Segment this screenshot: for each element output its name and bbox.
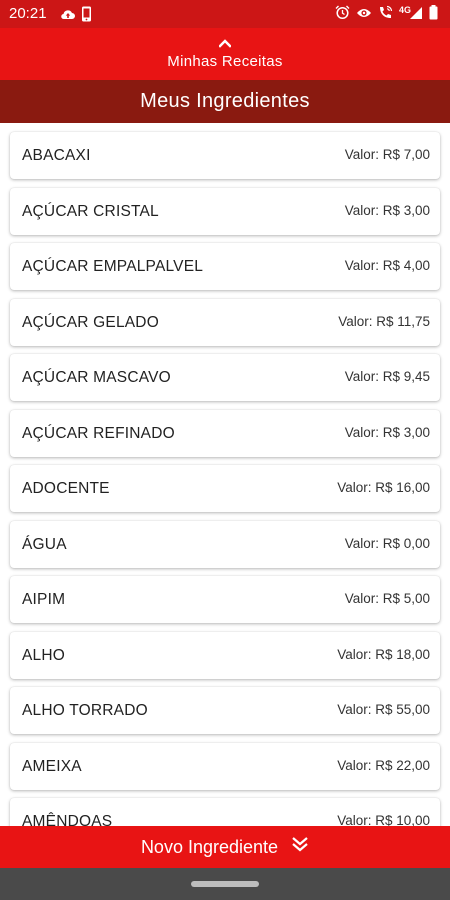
ingredient-name: AMEIXA	[22, 757, 82, 775]
ingredient-item[interactable]: ABACAXI Valor: R$ 7,00	[10, 132, 440, 179]
ingredient-name: ADOCENTE	[22, 480, 110, 497]
ingredient-name: AÇÚCAR CRISTAL	[22, 202, 159, 220]
ingredient-name: ALHO TORRADO	[22, 702, 148, 719]
alarm-icon	[335, 5, 350, 24]
ingredient-price: Valor: R$ 3,00	[344, 202, 430, 218]
ingredient-item[interactable]: AMEIXA Valor: R$ 22,00	[10, 742, 440, 790]
cloud-upload-icon	[60, 7, 76, 25]
ingredient-name: AIPIM	[22, 591, 66, 608]
ingredient-item[interactable]: AIPIM Valor: R$ 5,00	[10, 576, 440, 623]
new-ingredient-button[interactable]: Novo Ingrediente	[0, 826, 450, 868]
ingredient-name: AÇÚCAR REFINADO	[22, 424, 175, 442]
app-screen: 20:21 4G Minhas Receitas Meus Ingredient…	[0, 0, 450, 900]
ingredient-price: Valor: R$ 4,00	[344, 258, 430, 273]
ingredient-item[interactable]: ALHO TORRADO Valor: R$ 55,00	[10, 687, 440, 734]
ingredient-list[interactable]: ABACAXI Valor: R$ 7,00 AÇÚCAR CRISTAL Va…	[0, 123, 450, 826]
ingredient-price: Valor: R$ 16,00	[337, 480, 430, 495]
ingredient-price: Valor: R$ 22,00	[337, 757, 430, 773]
ingredient-item[interactable]: AÇÚCAR MASCAVO Valor: R$ 9,45	[10, 354, 440, 401]
new-ingredient-label: Novo Ingrediente	[140, 837, 279, 857]
double-chevron-down-icon	[291, 825, 309, 867]
my-recipes-button[interactable]: Minhas Receitas	[0, 28, 450, 80]
status-time: 20:21	[9, 5, 47, 22]
ingredient-name: ÁGUA	[22, 535, 67, 553]
ingredient-item[interactable]: ALHO Valor: R$ 18,00	[10, 631, 440, 679]
ingredient-item[interactable]: AÇÚCAR EMPALPALVEL Valor: R$ 4,00	[10, 243, 440, 290]
notification-phone-icon	[81, 6, 92, 26]
ingredient-name: ALHO	[22, 646, 66, 664]
signal-icon	[409, 6, 423, 24]
status-right-icons: 4G	[335, 5, 438, 24]
chevron-up-icon	[218, 35, 232, 53]
ingredient-price: Valor: R$ 10,00	[337, 813, 430, 826]
my-recipes-label: Minhas Receitas	[167, 53, 283, 70]
ingredient-item[interactable]: AÇÚCAR GELADO Valor: R$ 11,75	[10, 298, 440, 346]
navigation-bar	[0, 868, 450, 900]
eye-icon	[356, 6, 372, 23]
ingredient-item[interactable]: AMÊNDOAS Valor: R$ 10,00	[10, 798, 440, 826]
ingredient-price: Valor: R$ 5,00	[344, 591, 430, 606]
ingredient-name: AÇÚCAR EMPALPALVEL	[22, 258, 204, 275]
wifi-calling-icon	[378, 5, 393, 24]
home-gesture-handle[interactable]	[191, 881, 259, 887]
ingredient-item[interactable]: AÇÚCAR REFINADO Valor: R$ 3,00	[10, 409, 440, 457]
ingredient-name: ABACAXI	[22, 147, 91, 164]
battery-icon	[429, 5, 438, 24]
ingredient-item[interactable]: AÇÚCAR CRISTAL Valor: R$ 3,00	[10, 187, 440, 235]
ingredient-name: AMÊNDOAS	[22, 813, 113, 826]
ingredient-price: Valor: R$ 7,00	[344, 147, 430, 162]
ingredient-price: Valor: R$ 11,75	[338, 313, 430, 329]
page-title: Meus Ingredientes	[0, 80, 450, 123]
ingredient-name: AÇÚCAR GELADO	[22, 313, 159, 331]
status-bar: 20:21 4G	[0, 0, 450, 28]
ingredient-price: Valor: R$ 3,00	[344, 424, 430, 440]
network-type: 4G	[398, 4, 411, 15]
ingredient-name: AÇÚCAR MASCAVO	[22, 369, 171, 386]
status-left-icons	[60, 6, 92, 26]
ingredient-price: Valor: R$ 18,00	[337, 646, 430, 662]
ingredient-price: Valor: R$ 0,00	[344, 535, 430, 551]
ingredient-item[interactable]: ÁGUA Valor: R$ 0,00	[10, 520, 440, 568]
ingredient-price: Valor: R$ 9,45	[344, 369, 430, 384]
ingredient-price: Valor: R$ 55,00	[337, 702, 430, 717]
ingredient-item[interactable]: ADOCENTE Valor: R$ 16,00	[10, 465, 440, 512]
